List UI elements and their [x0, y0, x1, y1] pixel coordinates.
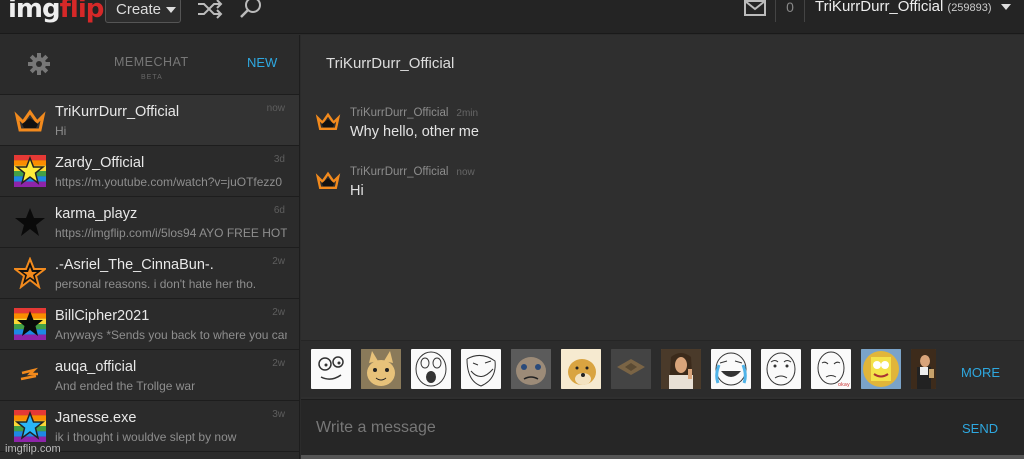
- meme-thumb-leonardo-dicaprio[interactable]: [911, 349, 936, 389]
- conversation-item[interactable]: karma_playz https://imgflip.com/i/5los94…: [0, 197, 299, 248]
- meme-thumb-jesus[interactable]: [661, 349, 701, 389]
- orange-dash-icon: [20, 367, 39, 381]
- message-input[interactable]: [301, 400, 941, 456]
- chevron-down-icon: [1000, 4, 1011, 11]
- conversation-item[interactable]: .-Asriel_The_CinnaBun-. personal reasons…: [0, 248, 299, 299]
- meme-thumb-derp-face[interactable]: [311, 349, 351, 389]
- conversation-time: 2w: [272, 358, 285, 369]
- chevron-down-icon: [166, 7, 177, 14]
- message-author[interactable]: TriKurrDurr_Official: [350, 107, 448, 119]
- conversation-preview: And ended the Trollge war: [55, 379, 196, 393]
- conversation-name: .-Asriel_The_CinnaBun-.: [55, 257, 214, 273]
- imgflip-watermark: imgflip.com: [5, 443, 61, 455]
- message-author[interactable]: TriKurrDurr_Official: [350, 166, 448, 178]
- top-navbar: imgflip Create 0 TriKurrDurr_Official (2…: [0, 0, 1024, 34]
- memechat-title: MEMECHAT: [114, 55, 189, 69]
- bottom-strip: [301, 455, 1024, 459]
- conversation-name: BillCipher2021: [55, 308, 150, 324]
- imgflip-logo[interactable]: imgflip: [8, 0, 104, 24]
- conversation-preview: https://m.youtube.com/watch?v=juOTfezz0: [55, 175, 283, 189]
- notification-count[interactable]: 0: [775, 0, 805, 22]
- conversation-preview: personal reasons. i don't hate her tho.: [55, 277, 257, 291]
- orange-crown-icon: [14, 109, 46, 132]
- meme-thumb-tears-of-joy-face[interactable]: [711, 349, 751, 389]
- conversation-time: 3w: [272, 409, 285, 420]
- compose-bar: SEND: [301, 399, 1024, 456]
- conversation-name: auqa_official: [55, 359, 137, 375]
- username: TriKurrDurr_Official: [815, 0, 944, 15]
- meme-thumb-okay-face[interactable]: [761, 349, 801, 389]
- conversation-name: karma_playz: [55, 206, 138, 222]
- meme-picker: okay MORE: [301, 340, 1024, 397]
- svg-text:okay: okay: [838, 382, 850, 388]
- search-icon[interactable]: [238, 0, 264, 20]
- rainbow-yellow-star-icon: [14, 155, 46, 187]
- meme-thumb-troll-smile[interactable]: [461, 349, 501, 389]
- meme-thumb-spongebob-imagination[interactable]: [861, 349, 901, 389]
- chat-title: TriKurrDurr_Official: [326, 55, 455, 72]
- message-text: Hi: [350, 183, 364, 199]
- conversation-time: 6d: [273, 205, 285, 216]
- meme-thumb-surprised-face[interactable]: [411, 349, 451, 389]
- orange-outline-star-icon: [14, 257, 46, 289]
- meme-thumb-sad-okay-face[interactable]: okay: [811, 349, 851, 389]
- conversation-preview: ik i thought i wouldve slept by now: [55, 430, 237, 444]
- user-points: (259893): [947, 2, 992, 14]
- conversation-sidebar: MEMECHAT BETA NEW TriKurrDurr_Official H…: [0, 35, 300, 459]
- message-time: now: [456, 167, 475, 178]
- create-button[interactable]: Create: [105, 0, 181, 23]
- gear-icon[interactable]: [28, 53, 50, 75]
- mail-icon[interactable]: [743, 0, 767, 18]
- sidebar-header: MEMECHAT BETA NEW: [0, 35, 299, 95]
- meme-thumb-doge[interactable]: [561, 349, 601, 389]
- conversation-item[interactable]: TriKurrDurr_Official Hi now: [0, 95, 299, 146]
- message-time: 2min: [456, 108, 479, 119]
- new-chat-button[interactable]: NEW: [247, 55, 277, 70]
- conversation-time: now: [266, 103, 285, 114]
- conversation-name: Zardy_Official: [55, 155, 145, 171]
- send-button[interactable]: SEND: [962, 421, 998, 436]
- conversation-name: TriKurrDurr_Official: [55, 104, 180, 120]
- conversation-item[interactable]: BillCipher2021 Anyways *Sends you back t…: [0, 299, 299, 350]
- shuffle-icon[interactable]: [196, 0, 224, 20]
- meme-thumb-happy-cat[interactable]: [361, 349, 401, 389]
- user-menu[interactable]: TriKurrDurr_Official (259893): [815, 0, 1011, 15]
- conversation-item[interactable]: auqa_official And ended the Trollge war …: [0, 350, 299, 401]
- meme-thumb-grumpy-cat[interactable]: [511, 349, 551, 389]
- rainbow-blue-star-icon: [14, 410, 46, 442]
- conversation-item[interactable]: Zardy_Official https://m.youtube.com/wat…: [0, 146, 299, 197]
- black-star-icon: [15, 208, 45, 236]
- chat-panel: TriKurrDurr_Official TriKurrDurr_Officia…: [301, 35, 1024, 459]
- conversation-time: 2w: [272, 307, 285, 318]
- more-memes-button[interactable]: MORE: [961, 365, 1000, 380]
- orange-crown-icon: [315, 171, 341, 190]
- orange-crown-icon: [315, 112, 341, 131]
- conversation-preview: https://imgflip.com/i/5los94 AYO FREE HO…: [55, 226, 287, 240]
- rainbow-black-star-icon: [14, 308, 46, 340]
- message-text: Why hello, other me: [350, 124, 479, 140]
- meme-thumb-scumbag-hat[interactable]: [611, 349, 651, 389]
- conversation-time: 3d: [273, 154, 285, 165]
- conversation-preview: Anyways *Sends you back to where you cam…: [55, 328, 287, 342]
- create-label: Create: [116, 1, 162, 18]
- conversation-time: 2w: [272, 256, 285, 267]
- conversation-name: Janesse.exe: [55, 410, 137, 426]
- beta-label: BETA: [141, 74, 163, 81]
- conversation-preview: Hi: [55, 124, 67, 138]
